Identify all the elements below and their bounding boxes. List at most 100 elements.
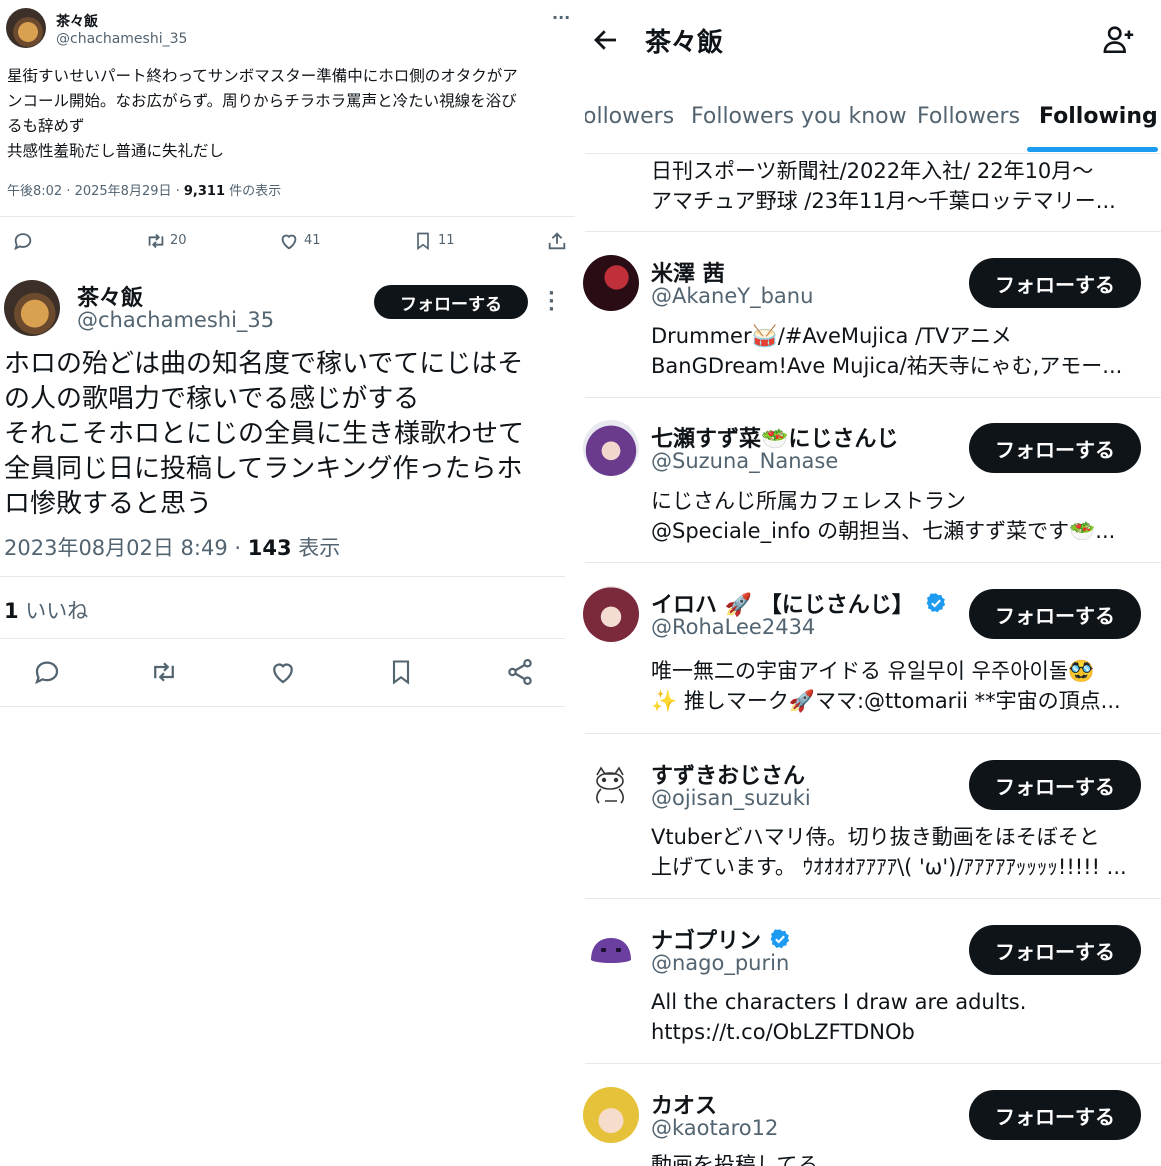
- likes-label: いいね: [18, 599, 89, 623]
- view-count: 9,311: [183, 184, 226, 199]
- tweet-meta: 2023年08月02日 8:49 · 143 表示: [4, 532, 340, 562]
- tweet-text: ホロの殆どは曲の知名度で稼いでてにじはそ の人の歌唱力で稼いでる感じがする それ…: [4, 347, 572, 522]
- divider: [585, 733, 1161, 734]
- active-tab-indicator: [1027, 147, 1158, 152]
- bio-line[interactable]: https://t.co/ObLZFTDNOb: [651, 1017, 1136, 1047]
- verified-badge-icon: [925, 592, 947, 620]
- user-bio: 唯一無二の宇宙アイドる 유일무이 우주아이돌🥸 ✨ 推しマーク🚀ママ:@ttom…: [651, 656, 1136, 716]
- user-bio: 日刊スポーツ新聞社/2022年入社/ 22年10月〜 アマチュア野球 /23年1…: [651, 156, 1136, 216]
- tab-followers[interactable]: Followers: [917, 104, 1020, 129]
- tweet-text-line: 共感性羞恥だし普通に失礼だし: [7, 142, 225, 160]
- tabs: ollowers Followers you know Followers Fo…: [585, 90, 1161, 154]
- like-icon[interactable]: [268, 657, 298, 687]
- bio-line: BanGDream!Ave Mujica/祐天寺にゃむ,アモー...: [651, 354, 1123, 378]
- bio-line: にじさんじ所属カフェレストラン: [651, 489, 966, 513]
- more-options-icon[interactable]: ···: [548, 285, 555, 319]
- tab-followers-you-know[interactable]: Followers you know: [691, 104, 907, 129]
- tweet-timestamp[interactable]: 2023年08月02日 8:49 ·: [4, 536, 248, 560]
- divider: [0, 706, 565, 707]
- user-handle[interactable]: @ojisan_suzuki: [651, 786, 811, 810]
- back-arrow-icon[interactable]: [590, 25, 622, 55]
- follow-button[interactable]: フォローする: [374, 285, 528, 319]
- tweet-text-line: ロ惨敗すると思う: [4, 489, 213, 519]
- bio-line: Drummer🥁/#AveMujica /TVアニメ: [651, 324, 1012, 348]
- like-count: 41: [304, 233, 321, 248]
- bio-line: 日刊スポーツ新聞社/2022年入社/ 22年10月〜: [651, 159, 1094, 183]
- user-handle[interactable]: @nago_purin: [651, 951, 789, 975]
- follow-button[interactable]: フォローする: [969, 423, 1141, 473]
- tab-following[interactable]: Following: [1039, 104, 1158, 129]
- divider: [0, 216, 575, 217]
- avatar[interactable]: [583, 922, 639, 978]
- avatar[interactable]: [583, 420, 639, 476]
- likes-count: 1: [4, 599, 19, 623]
- retweet-icon[interactable]: [144, 230, 168, 252]
- bookmark-icon[interactable]: [413, 230, 433, 252]
- view-count: 143: [247, 536, 292, 560]
- divider: [585, 1063, 1161, 1064]
- avatar[interactable]: [6, 8, 46, 48]
- avatar[interactable]: [583, 255, 639, 311]
- bio-line: Vtuberどハマリ侍。切り抜き動画をほそぼそと: [651, 825, 1100, 849]
- tweet-text-line: の人の歌唱力で稼いでる感じがする: [4, 384, 420, 414]
- retweet-icon[interactable]: [148, 657, 180, 687]
- view-count-label: 表示: [291, 536, 341, 560]
- bookmark-icon[interactable]: [387, 657, 415, 687]
- tweet-text-line: ホロの殆どは曲の知名度で稼いでてにじはそ: [4, 349, 524, 379]
- bio-line: @Speciale_info の朝担当、七瀬すず菜です🥗...: [651, 519, 1116, 543]
- tweet-timestamp[interactable]: 午後8:02 · 2025年8月29日 ·: [7, 184, 184, 199]
- tweet-text-line: それこそホロとにじの全員に生き様歌わせて: [4, 419, 525, 449]
- retweet-count: 20: [170, 233, 187, 248]
- avatar[interactable]: [583, 1087, 639, 1143]
- bio-clip: 動画を投稿してる: [651, 1150, 1136, 1166]
- tab-verified-followers[interactable]: ollowers: [585, 104, 674, 129]
- user-handle[interactable]: @Suzuna_Nanase: [651, 449, 838, 473]
- user-bio: Vtuberどハマリ侍。切り抜き動画をほそぼそと 上げています。 ｳｵｵｵｵｱｱ…: [651, 822, 1136, 882]
- reply-icon[interactable]: [32, 657, 62, 687]
- user-handle[interactable]: @kaotaro12: [651, 1116, 778, 1140]
- bio-line: 唯一無二の宇宙アイドる 유일무이 우주아이돌🥸: [651, 659, 1095, 683]
- share-icon[interactable]: [505, 657, 535, 687]
- user-handle[interactable]: @RohaLee2434: [651, 615, 815, 639]
- divider: [585, 562, 1161, 563]
- follow-button[interactable]: フォローする: [969, 760, 1141, 810]
- share-icon[interactable]: [546, 230, 568, 252]
- reply-icon[interactable]: [12, 230, 34, 252]
- bio-line: All the characters I draw are adults.: [651, 990, 1027, 1014]
- author-name[interactable]: 茶々飯: [56, 11, 98, 31]
- follow-button[interactable]: フォローする: [969, 1090, 1141, 1140]
- divider: [0, 576, 565, 577]
- follow-button[interactable]: フォローする: [969, 925, 1141, 975]
- bookmark-count: 11: [438, 233, 455, 248]
- tweet-text: 星街すいせいパート終わってサンボマスター準備中にホロ側のオタクがア ンコール開始…: [7, 64, 572, 164]
- follow-button[interactable]: フォローする: [969, 258, 1141, 308]
- more-options-icon[interactable]: ···: [552, 8, 570, 27]
- tweet-meta: 午後8:02 · 2025年8月29日 · 9,311 件の表示: [7, 180, 281, 199]
- bio-line: 動画を投稿してる: [651, 1153, 819, 1166]
- likes-summary[interactable]: 1 いいね: [4, 595, 88, 625]
- user-bio: にじさんじ所属カフェレストラン @Speciale_info の朝担当、七瀬すず…: [651, 486, 1136, 546]
- user-bio: Drummer🥁/#AveMujica /TVアニメ BanGDream!Ave…: [651, 321, 1136, 381]
- bio-line: 上げています。 ｳｵｵｵｵｱｱｱｱ\( 'ω')/ｱｱｱｱｱｯｯｯｯ!!!!! …: [651, 855, 1127, 879]
- user-bio: All the characters I draw are adults. ht…: [651, 987, 1136, 1047]
- divider: [0, 638, 565, 639]
- avatar[interactable]: [583, 586, 639, 642]
- author-handle[interactable]: @chachameshi_35: [56, 31, 187, 47]
- tweet-text-line: るも辞めず: [7, 117, 85, 135]
- tweet-text-line: 星街すいせいパート終わってサンボマスター準備中にホロ側のオタクがア: [7, 67, 518, 85]
- avatar[interactable]: [4, 280, 60, 336]
- bio-line: ✨ 推しマーク🚀ママ:@ttomarii **宇宙の頂点...: [651, 689, 1121, 713]
- like-icon[interactable]: [278, 230, 300, 252]
- tweet-text-line: 全員同じ日に投稿してランキング作ったらホ: [4, 454, 523, 484]
- avatar[interactable]: [583, 757, 639, 813]
- add-user-icon[interactable]: [1101, 22, 1137, 56]
- divider: [585, 231, 1161, 232]
- divider: [585, 153, 1161, 154]
- divider: [585, 898, 1161, 899]
- divider: [585, 397, 1161, 398]
- user-handle[interactable]: @AkaneY_banu: [651, 284, 813, 308]
- tweet-text-line: ンコール開始。なお広がらず。周りからチラホラ罵声と冷たい視線を浴び: [7, 92, 517, 110]
- follow-button[interactable]: フォローする: [969, 589, 1141, 639]
- bio-line: アマチュア野球 /23年11月〜千葉ロッテマリー...: [651, 189, 1116, 213]
- author-handle[interactable]: @chachameshi_35: [77, 308, 274, 332]
